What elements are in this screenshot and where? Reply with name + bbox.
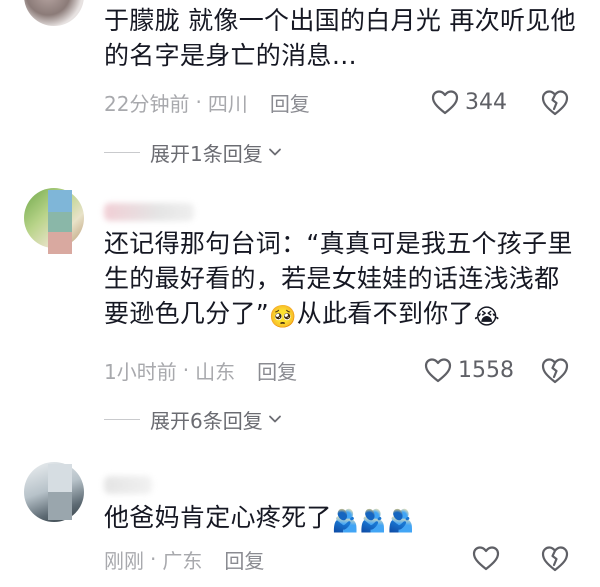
- comment-time: 22分钟前: [104, 91, 190, 116]
- reply-button[interactable]: 回复: [257, 356, 297, 385]
- comment-text: 于朦胧 就像一个出国的白月光 再次听见他的名字是身亡的消息…: [104, 6, 576, 70]
- avatar-mosaic: [48, 464, 72, 520]
- username-blurred[interactable]: [104, 476, 152, 494]
- comment-text-part: 他爸妈肯定心疼死了: [104, 503, 332, 532]
- crying-face-emoji: 😭: [473, 305, 500, 330]
- comment-text-part: 从此看不到你了: [296, 299, 474, 328]
- heart-outline-icon: [431, 90, 459, 115]
- divider-line: [104, 418, 140, 420]
- broken-heart-icon[interactable]: [540, 88, 570, 116]
- comment-time: 刚刚: [104, 548, 144, 573]
- reply-button[interactable]: 回复: [224, 545, 264, 574]
- meta-separator: ·: [150, 547, 157, 571]
- like-count: 344: [465, 89, 507, 115]
- hugging-emoji: 🫂: [387, 509, 415, 534]
- pleading-face-emoji: 🥺: [269, 305, 297, 330]
- comment-time: 1小时前: [104, 359, 177, 384]
- like-button[interactable]: 1558: [424, 355, 514, 385]
- hugging-emoji: 🫂: [359, 509, 388, 534]
- comment-text: 他爸妈肯定心疼死了🫂🫂🫂: [104, 500, 580, 535]
- hugging-emoji: 🫂: [331, 509, 360, 534]
- like-count: 1558: [458, 357, 514, 383]
- like-button[interactable]: [472, 543, 506, 573]
- heart-outline-icon: [472, 546, 500, 571]
- meta-separator: ·: [195, 90, 202, 114]
- avatar[interactable]: [24, 0, 84, 26]
- expand-replies-button[interactable]: 展开1条回复: [104, 138, 283, 166]
- heart-outline-icon: [424, 358, 452, 383]
- divider-line: [104, 151, 140, 153]
- comment-text: 还记得那句台词：“真真可是我五个孩子里生的最好看的，若是女娃娃的话连浅浅都要逊色…: [104, 226, 580, 331]
- chevron-down-icon: [268, 148, 281, 156]
- comment-location: 四川: [207, 91, 248, 116]
- comment-meta: 22分钟前 · 四川 回复: [104, 88, 310, 116]
- comment-meta: 1小时前 · 山东 回复: [104, 356, 297, 384]
- meta-separator: ·: [182, 358, 190, 382]
- broken-heart-icon[interactable]: [540, 544, 570, 572]
- expand-replies-button[interactable]: 展开6条回复: [104, 405, 283, 433]
- username-blurred[interactable]: [104, 203, 194, 221]
- comment-location: 广东: [162, 548, 203, 573]
- like-button[interactable]: 344: [431, 87, 507, 117]
- avatar-mosaic: [48, 190, 72, 254]
- broken-heart-icon[interactable]: [540, 356, 570, 384]
- comment-location: 山东: [195, 359, 236, 384]
- comment-meta: 刚刚 · 广东 回复: [104, 545, 264, 573]
- expand-replies-label: 展开6条回复: [150, 408, 263, 433]
- chevron-down-icon: [268, 415, 281, 423]
- reply-button[interactable]: 回复: [270, 88, 310, 117]
- expand-replies-label: 展开1条回复: [150, 141, 263, 166]
